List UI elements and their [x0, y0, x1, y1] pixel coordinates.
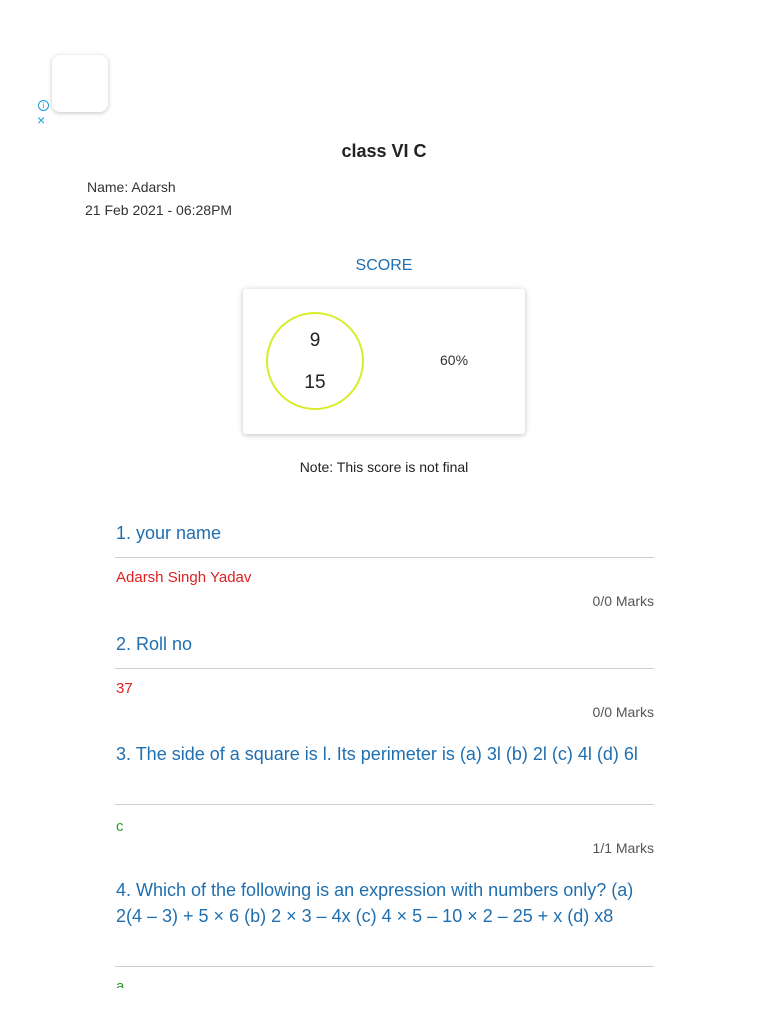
question-2-text: 2. Roll no [116, 634, 193, 654]
score-heading: SCORE [355, 257, 413, 274]
class-title: class VI C [341, 141, 427, 161]
question-4-answer: a [116, 978, 125, 988]
ad-banner[interactable] [52, 55, 108, 112]
question-3-answer: c [116, 818, 124, 835]
question-4-divider [115, 966, 654, 967]
ad-close-icon[interactable]: × [37, 113, 45, 127]
question-1-answer: Adarsh Singh Yadav [116, 569, 252, 586]
student-name: Name: Adarsh [87, 179, 176, 195]
score-percent: 60% [440, 352, 469, 368]
question-1-divider [115, 557, 654, 558]
score-total: 15 [304, 372, 326, 393]
ad-info-icon[interactable]: i [38, 100, 49, 111]
score-obtained: 9 [309, 330, 321, 351]
question-2-divider [115, 668, 654, 669]
question-1-marks: 0/0 Marks [592, 593, 654, 609]
question-3-text: 3. The side of a square is l. Its perime… [116, 744, 638, 764]
question-3-divider [115, 804, 654, 805]
question-2-marks: 0/0 Marks [592, 704, 654, 720]
score-card: 9 15 60% [243, 289, 525, 434]
score-ring: 9 15 [266, 312, 364, 410]
question-3-marks: 1/1 Marks [592, 840, 654, 856]
question-2-answer: 37 [116, 680, 133, 697]
question-4-text: 4. Which of the following is an expressi… [116, 880, 634, 926]
question-1-text: 1. your name [116, 523, 222, 543]
score-note: Note: This score is not final [299, 459, 469, 475]
submission-datetime: 21 Feb 2021 - 06:28PM [85, 202, 233, 218]
